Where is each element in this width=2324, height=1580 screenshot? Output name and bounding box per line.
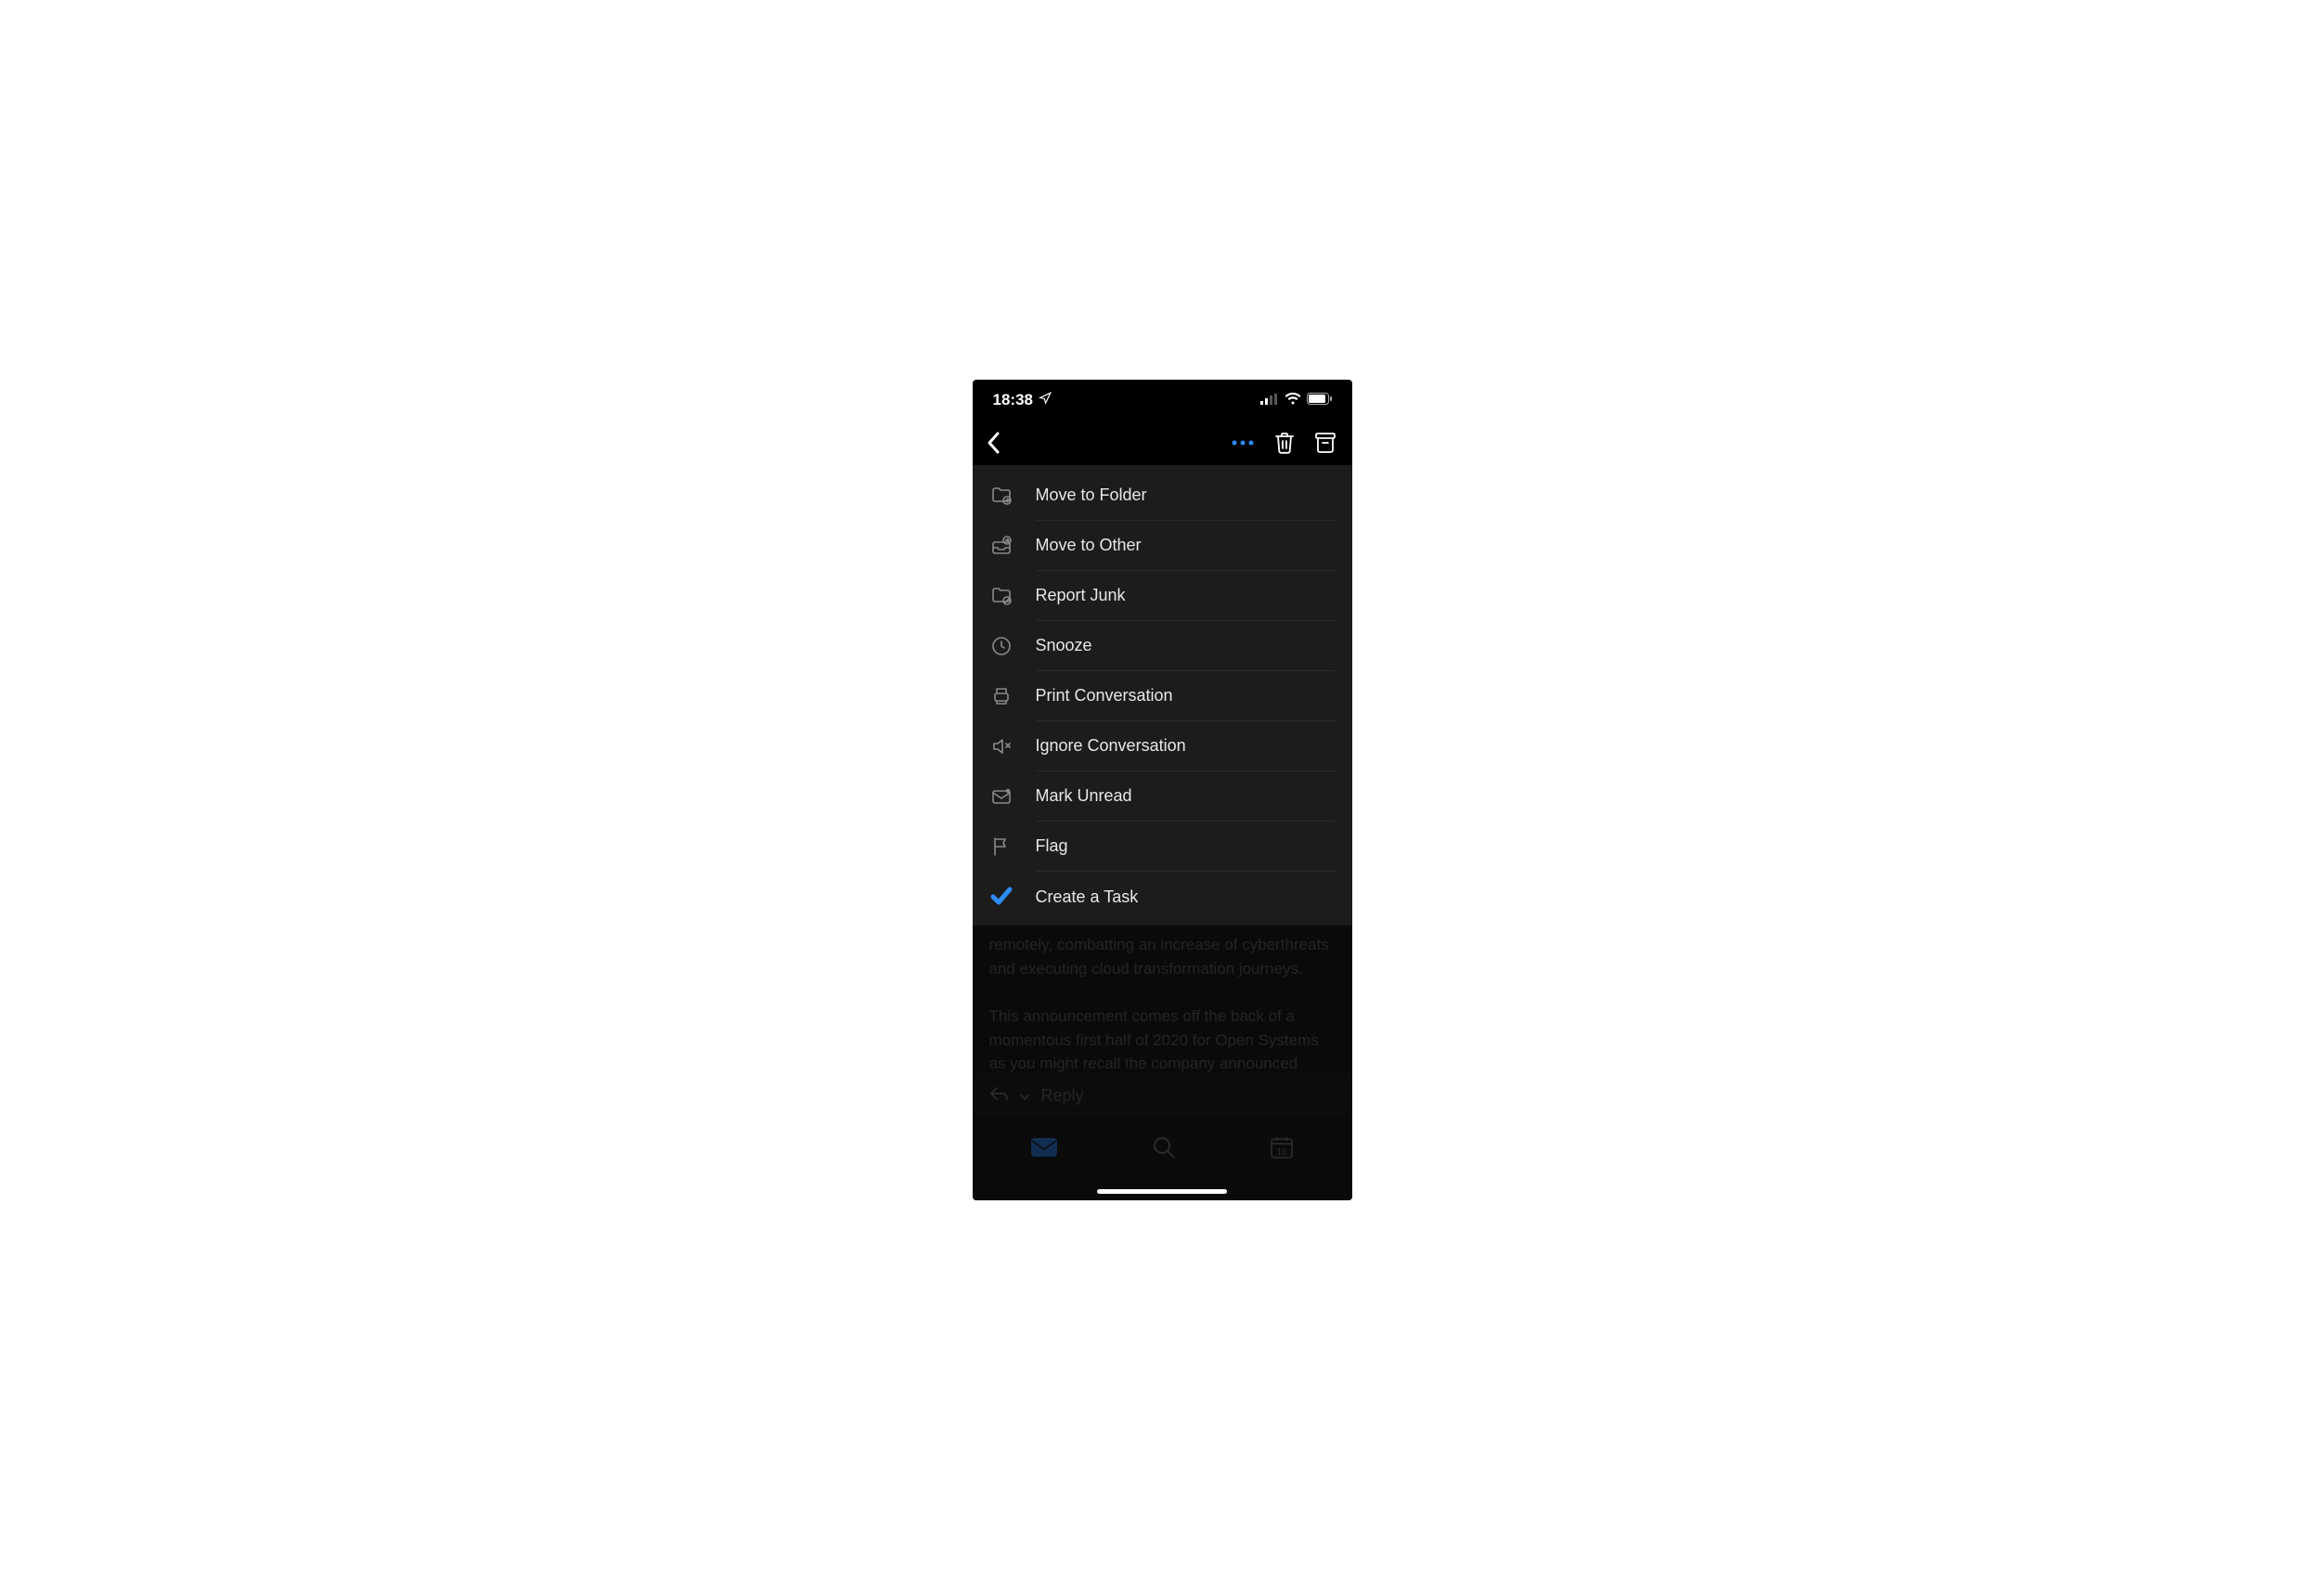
chevron-down-icon [1019, 1083, 1030, 1108]
back-button[interactable] [986, 431, 1002, 455]
status-bar: 18:38 [973, 380, 1352, 421]
menu-item-label: Ignore Conversation [1036, 736, 1186, 756]
menu-item-label: Move to Other [1036, 536, 1142, 555]
wifi-icon [1285, 391, 1301, 409]
menu-item-label: Flag [1036, 836, 1068, 856]
menu-item-label: Create a Task [1036, 887, 1139, 907]
menu-ignore-conversation[interactable]: Ignore Conversation [973, 721, 1352, 771]
menu-move-to-other[interactable]: Move to Other [973, 521, 1352, 571]
archive-icon [1315, 433, 1336, 453]
chevron-left-icon [986, 431, 1002, 455]
menu-create-task[interactable]: Create a Task [973, 872, 1352, 922]
menu-item-label: Report Junk [1036, 586, 1126, 605]
menu-report-junk[interactable]: Report Junk [973, 571, 1352, 621]
printer-icon [989, 684, 1014, 708]
delete-button[interactable] [1274, 432, 1295, 454]
home-indicator[interactable] [1097, 1189, 1227, 1194]
reply-arrow-icon [989, 1083, 1008, 1108]
menu-move-to-folder[interactable]: Move to Folder [973, 471, 1352, 521]
tab-mail[interactable] [1030, 1137, 1058, 1165]
reply-bar[interactable]: Reply [973, 1074, 1352, 1117]
trash-icon [1274, 432, 1295, 454]
menu-mark-unread[interactable]: Mark Unread [973, 771, 1352, 822]
menu-flag[interactable]: Flag [973, 822, 1352, 872]
calendar-day: 16 [1270, 1146, 1294, 1159]
tab-calendar[interactable]: 16 [1270, 1135, 1294, 1167]
cellular-signal-icon [1260, 391, 1279, 409]
status-left: 18:38 [993, 391, 1052, 409]
menu-item-label: Print Conversation [1036, 686, 1173, 706]
phone-frame: 18:38 [973, 380, 1352, 1200]
menu-item-label: Mark Unread [1036, 786, 1132, 806]
flag-icon [989, 835, 1014, 859]
tray-arrow-icon [989, 534, 1014, 558]
tab-bar: 16 [984, 1122, 1341, 1180]
more-horizontal-icon [1232, 440, 1254, 446]
search-icon [1152, 1135, 1176, 1159]
folder-arrow-icon [989, 484, 1014, 508]
battery-icon [1307, 391, 1332, 409]
more-actions-button[interactable] [1232, 440, 1254, 446]
status-time: 18:38 [993, 391, 1033, 409]
email-paragraph-1: remotely, combatting an increase of cybe… [989, 933, 1336, 980]
speaker-mute-icon [989, 734, 1014, 758]
tab-search[interactable] [1152, 1135, 1176, 1167]
email-paragraph-2: This announcement comes off the back of … [989, 1004, 1336, 1076]
reply-label: Reply [1041, 1083, 1084, 1108]
mail-unread-icon [989, 784, 1014, 809]
mail-icon [1030, 1137, 1058, 1158]
archive-button[interactable] [1315, 433, 1336, 453]
nav-bar [973, 421, 1352, 465]
menu-print-conversation[interactable]: Print Conversation [973, 671, 1352, 721]
status-right [1260, 391, 1332, 409]
menu-item-label: Move to Folder [1036, 486, 1147, 505]
menu-item-label: Snooze [1036, 636, 1092, 655]
menu-snooze[interactable]: Snooze [973, 621, 1352, 671]
clock-icon [989, 634, 1014, 658]
location-icon [1039, 391, 1052, 409]
email-body: remotely, combatting an increase of cybe… [973, 926, 1352, 1200]
actions-menu: Move to Folder Move to Other Report Junk Sn… [973, 465, 1352, 926]
folder-block-icon [989, 584, 1014, 608]
task-check-icon [989, 885, 1014, 909]
